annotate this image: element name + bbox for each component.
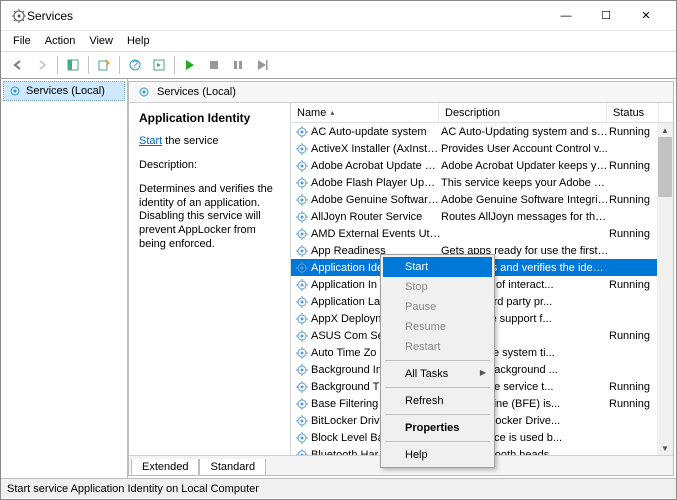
service-row[interactable]: AC Auto-update systemAC Auto-Updating sy… bbox=[291, 123, 673, 140]
menu-view[interactable]: View bbox=[83, 33, 119, 49]
scroll-up-arrow[interactable]: ▲ bbox=[657, 123, 673, 137]
service-name: Adobe Flash Player Update ... bbox=[311, 177, 441, 189]
ctx-help[interactable]: Help bbox=[383, 445, 492, 465]
separator bbox=[119, 56, 120, 74]
separator bbox=[385, 387, 490, 388]
service-status: Running bbox=[609, 194, 661, 206]
service-status: Running bbox=[609, 279, 661, 291]
col-name[interactable]: Name▴ bbox=[291, 103, 439, 122]
titlebar: Services — ☐ ✕ bbox=[1, 1, 676, 31]
detail-pane: Application Identity Start the service D… bbox=[129, 103, 291, 455]
service-description: This service keeps your Adobe Fl... bbox=[441, 177, 609, 189]
close-button[interactable]: ✕ bbox=[626, 1, 666, 31]
tab-extended[interactable]: Extended bbox=[131, 459, 199, 476]
refresh-button[interactable] bbox=[148, 54, 170, 76]
svg-text:?: ? bbox=[132, 59, 138, 71]
service-row[interactable]: AMD External Events Utility Running bbox=[291, 225, 673, 242]
service-name: ActiveX Installer (AxInstSV) bbox=[311, 143, 441, 155]
separator bbox=[174, 56, 175, 74]
service-name: Adobe Acrobat Update Serv... bbox=[311, 160, 441, 172]
statusbar: Start service Application Identity on Lo… bbox=[1, 478, 676, 498]
service-description: AC Auto-Updating system and st... bbox=[441, 126, 609, 138]
separator bbox=[385, 414, 490, 415]
status-text: Start service Application Identity on Lo… bbox=[7, 483, 259, 495]
scroll-thumb[interactable] bbox=[658, 137, 672, 197]
service-name: AMD External Events Utility bbox=[311, 228, 441, 240]
menu-file[interactable]: File bbox=[7, 33, 37, 49]
ctx-pause[interactable]: Pause bbox=[383, 297, 492, 317]
sort-asc-icon: ▴ bbox=[330, 108, 334, 117]
ctx-resume[interactable]: Resume bbox=[383, 317, 492, 337]
service-description: Adobe Genuine Software Integrit... bbox=[441, 194, 609, 206]
service-status: Running bbox=[609, 330, 661, 342]
menubar: File Action View Help bbox=[1, 31, 676, 51]
scroll-down-arrow[interactable]: ▼ bbox=[657, 441, 673, 455]
detail-action-line: Start the service bbox=[139, 135, 280, 147]
description-label: Description: bbox=[139, 159, 280, 173]
description-text: Determines and verifies the identity of … bbox=[139, 183, 280, 252]
service-row[interactable]: Adobe Genuine Software In...Adobe Genuin… bbox=[291, 191, 673, 208]
separator bbox=[57, 56, 58, 74]
tree-panel: Services (Local) bbox=[1, 79, 128, 478]
gear-icon bbox=[8, 84, 22, 98]
toolbar: ? bbox=[1, 51, 676, 79]
tab-standard[interactable]: Standard bbox=[199, 459, 266, 476]
ctx-start[interactable]: Start bbox=[383, 257, 492, 277]
export-button[interactable] bbox=[93, 54, 115, 76]
service-row[interactable]: Adobe Flash Player Update ...This servic… bbox=[291, 174, 673, 191]
ctx-properties[interactable]: Properties bbox=[383, 418, 492, 438]
context-menu: Start Stop Pause Resume Restart All Task… bbox=[380, 254, 495, 468]
menu-help[interactable]: Help bbox=[121, 33, 156, 49]
service-row[interactable]: ActiveX Installer (AxInstSV)Provides Use… bbox=[291, 140, 673, 157]
ctx-all-tasks[interactable]: All Tasks bbox=[383, 364, 492, 384]
column-headers: Name▴ Description Status bbox=[291, 103, 673, 123]
service-name: AllJoyn Router Service bbox=[311, 211, 441, 223]
service-row[interactable]: AllJoyn Router ServiceRoutes AllJoyn mes… bbox=[291, 208, 673, 225]
pause-service-button[interactable] bbox=[227, 54, 249, 76]
start-service-button[interactable] bbox=[179, 54, 201, 76]
tree-root-services[interactable]: Services (Local) bbox=[3, 81, 125, 101]
stop-service-button[interactable] bbox=[203, 54, 225, 76]
service-row[interactable]: Adobe Acrobat Update Serv...Adobe Acroba… bbox=[291, 157, 673, 174]
service-description: Adobe Acrobat Updater keeps yo... bbox=[441, 160, 609, 172]
right-header-label: Services (Local) bbox=[157, 86, 236, 98]
detail-heading: Application Identity bbox=[139, 111, 280, 125]
show-hide-tree-button[interactable] bbox=[62, 54, 84, 76]
back-button[interactable] bbox=[7, 54, 29, 76]
minimize-button[interactable]: — bbox=[546, 1, 586, 31]
service-status: Running bbox=[609, 126, 661, 138]
service-name: AC Auto-update system bbox=[311, 126, 441, 138]
main-body: Services (Local) Services (Local) Applic… bbox=[1, 79, 676, 478]
separator bbox=[88, 56, 89, 74]
ctx-refresh[interactable]: Refresh bbox=[383, 391, 492, 411]
service-description: Routes AllJoyn messages for the l... bbox=[441, 211, 609, 223]
restart-service-button[interactable] bbox=[251, 54, 273, 76]
vertical-scrollbar[interactable]: ▲ ▼ bbox=[657, 123, 673, 455]
col-status[interactable]: Status bbox=[607, 103, 659, 122]
ctx-stop[interactable]: Stop bbox=[383, 277, 492, 297]
window-title: Services bbox=[27, 9, 546, 23]
maximize-button[interactable]: ☐ bbox=[586, 1, 626, 31]
menu-action[interactable]: Action bbox=[39, 33, 82, 49]
col-description[interactable]: Description bbox=[439, 103, 607, 122]
service-status: Running bbox=[609, 398, 661, 410]
tree-root-label: Services (Local) bbox=[26, 85, 105, 97]
right-header: Services (Local) bbox=[129, 82, 673, 103]
service-status: Running bbox=[609, 228, 661, 240]
separator bbox=[385, 360, 490, 361]
forward-button[interactable] bbox=[31, 54, 53, 76]
services-icon bbox=[11, 8, 27, 24]
service-status: Running bbox=[609, 160, 661, 172]
service-name: Adobe Genuine Software In... bbox=[311, 194, 441, 206]
start-link[interactable]: Start bbox=[139, 135, 162, 147]
ctx-restart[interactable]: Restart bbox=[383, 337, 492, 357]
help-button[interactable]: ? bbox=[124, 54, 146, 76]
separator bbox=[385, 441, 490, 442]
service-status: Running bbox=[609, 381, 661, 393]
gear-icon bbox=[137, 85, 151, 99]
service-description: Provides User Account Control v... bbox=[441, 143, 609, 155]
